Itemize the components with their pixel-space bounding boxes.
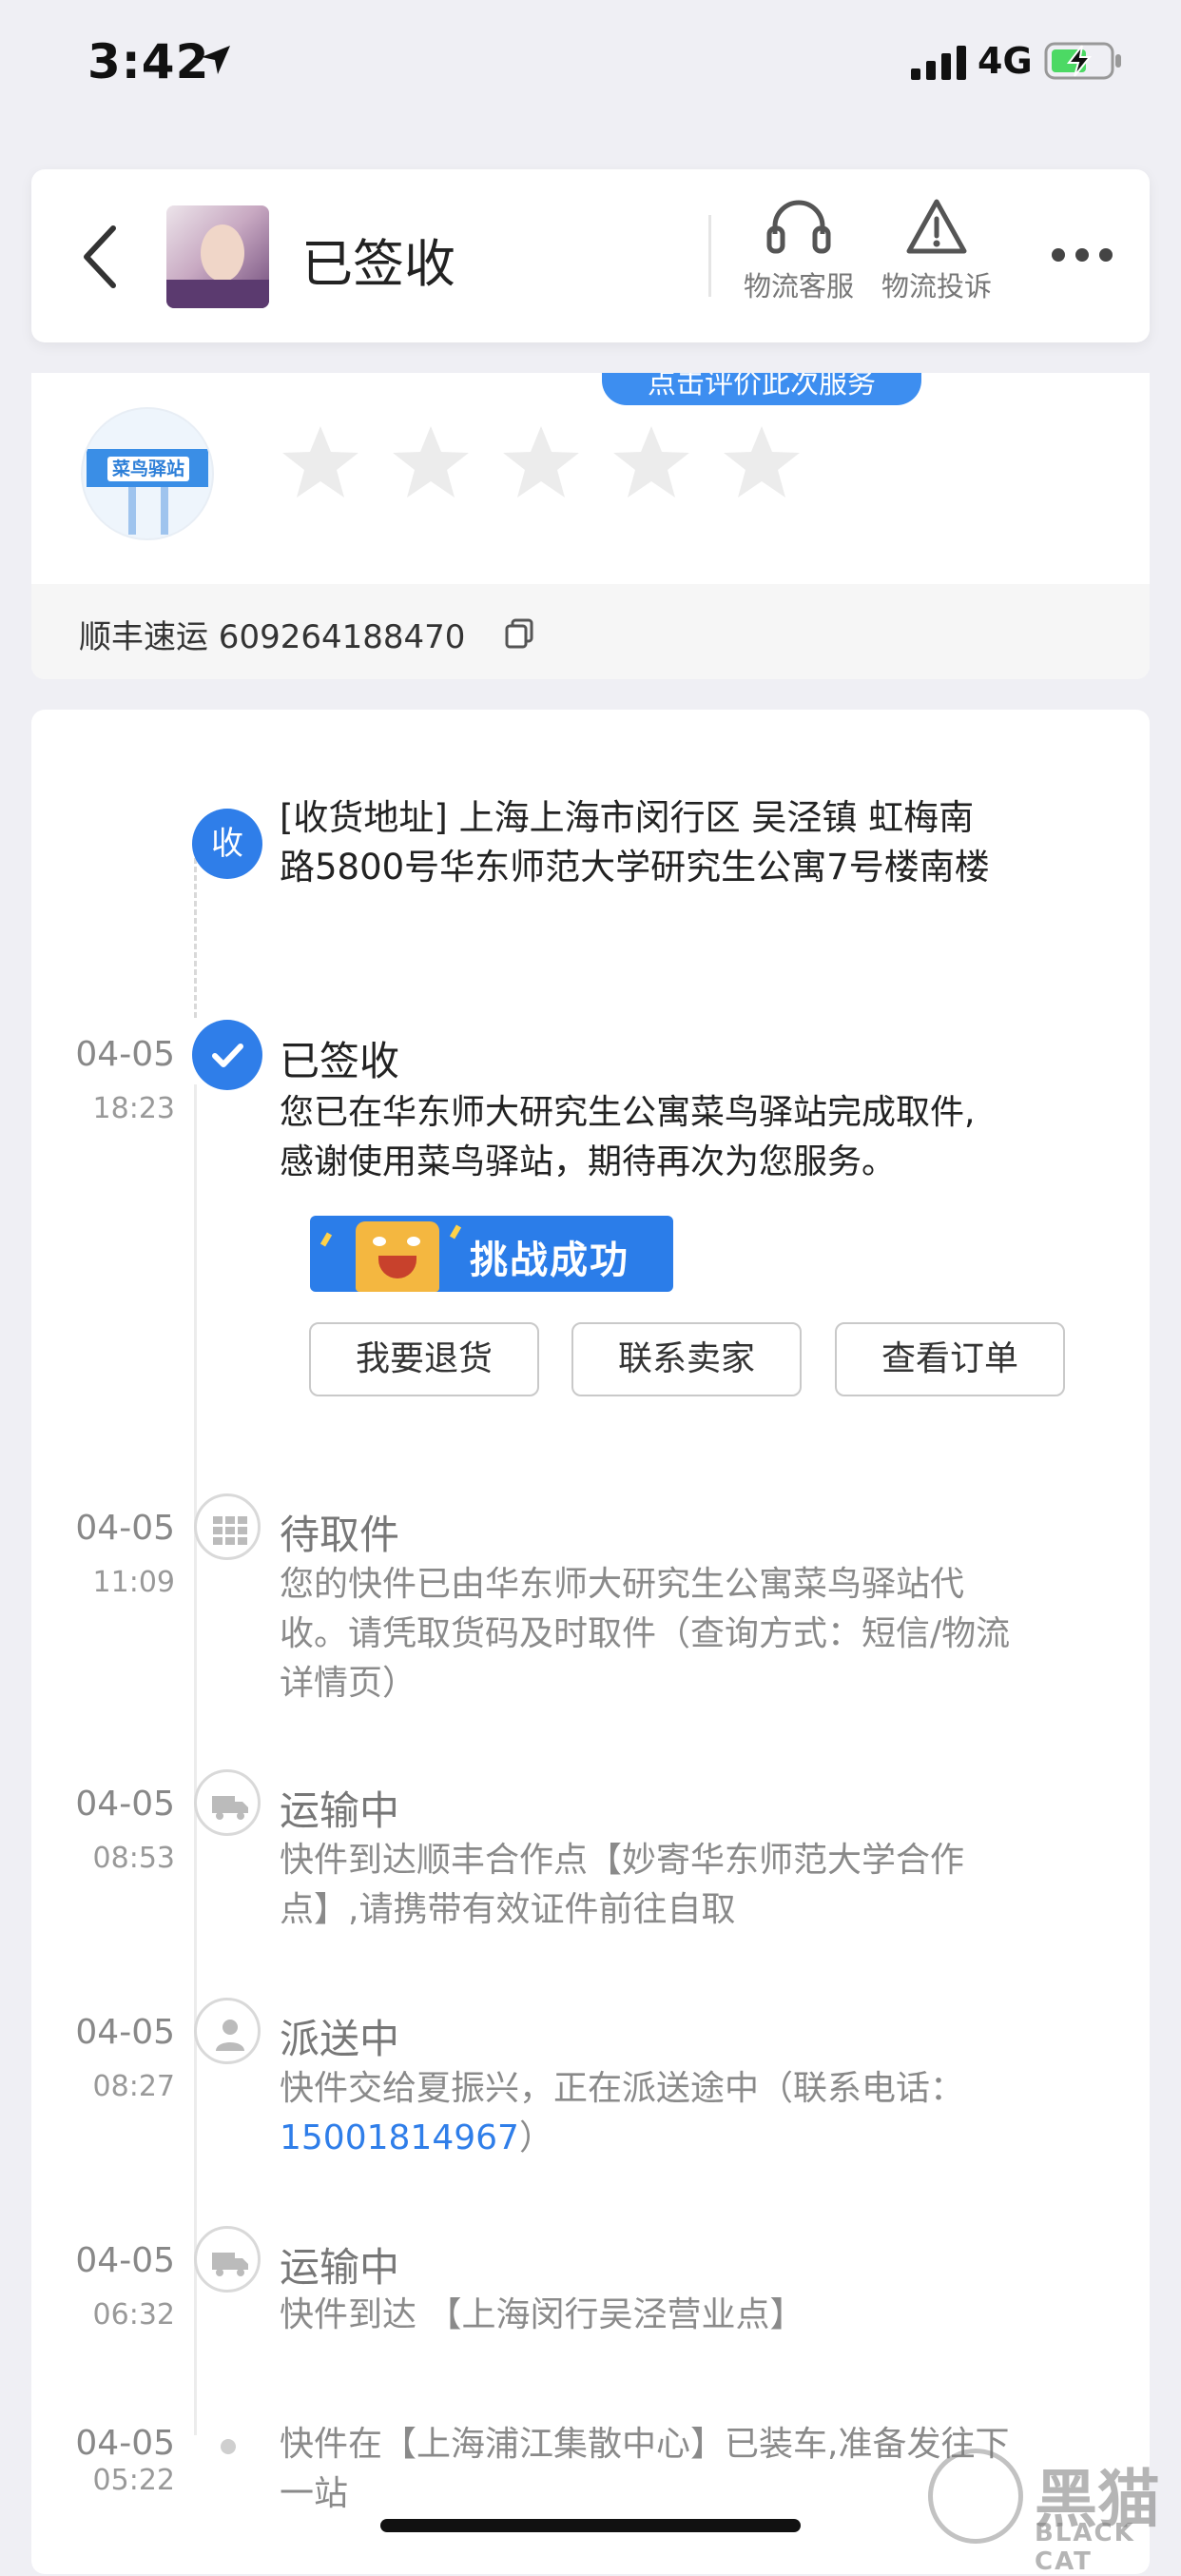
timeline-dot — [221, 2439, 236, 2454]
event-date: 04-05 — [75, 2241, 175, 2280]
station-sign-text: 菜鸟驿站 — [107, 457, 189, 481]
carrier-tracking-row: 顺丰速运 609264188470 — [31, 584, 1150, 679]
status-time: 3:42 — [87, 34, 210, 89]
truck-icon — [212, 1796, 248, 1820]
event-time: 06:32 — [92, 2298, 175, 2332]
network-type: 4G — [978, 40, 1033, 82]
logistics-complaint-button[interactable]: 物流投诉 — [870, 198, 1003, 312]
courier-node — [194, 1998, 261, 2064]
challenge-success-banner[interactable]: 挑战成功 — [310, 1216, 673, 1292]
location-arrow-icon — [202, 46, 230, 74]
rating-star-3[interactable] — [501, 424, 581, 500]
truck-icon — [212, 2253, 248, 2276]
event-date: 04-05 — [75, 2424, 175, 2463]
check-icon — [212, 1044, 243, 1067]
event-description: 您的快件已由华东师大研究生公寓菜鸟驿站代 收。请凭取货码及时取件（查询方式：短信… — [280, 1560, 1107, 1708]
watermark-en-text: BLACK CAT — [1035, 2519, 1135, 2576]
transit-node — [194, 2226, 261, 2293]
event-description-line: 快件到达 【上海闵行吴泾营业点】 — [280, 2295, 804, 2334]
warning-icon — [906, 199, 967, 254]
timeline-line — [194, 1084, 197, 2435]
home-indicator[interactable] — [380, 2519, 801, 2532]
black-cat-watermark: 黑猫 BLACK CAT — [922, 2443, 1181, 2576]
status-bar: 3:42 4G — [0, 0, 1181, 124]
logistics-service-button[interactable]: 物流客服 — [732, 198, 865, 312]
event-description: 您已在华东师大研究生公寓菜鸟驿站完成取件, 感谢使用菜鸟驿站，期待再次为您服务。 — [280, 1088, 1107, 1187]
event-date: 04-05 — [75, 2013, 175, 2052]
view-order-button[interactable]: 查看订单 — [835, 1322, 1065, 1396]
courier-person-icon — [216, 2020, 244, 2051]
back-chevron-icon[interactable] — [69, 219, 136, 295]
page-title: 已签收 — [301, 234, 455, 294]
event-description: 快件到达 【上海闵行吴泾营业点】 — [280, 2291, 1107, 2340]
cellular-signal-icon — [911, 46, 966, 80]
header-bar: 已签收 物流客服 物流投诉 — [31, 169, 1150, 342]
event-time: 08:27 — [92, 2070, 175, 2103]
logistics-service-label: 物流客服 — [743, 270, 854, 302]
event-time: 11:09 — [92, 1566, 175, 1599]
rating-star-2[interactable] — [391, 424, 471, 500]
address-node: 收 — [192, 809, 262, 879]
product-thumbnail[interactable] — [166, 205, 269, 308]
rate-service-tip[interactable]: 点击评价此次服务 — [602, 373, 921, 405]
phone-line: 15001814967） — [280, 2114, 1107, 2163]
carrier-tracking-number: 顺丰速运 609264188470 — [79, 618, 466, 656]
event-status: 已签收 — [280, 1038, 400, 1084]
copy-icon[interactable] — [503, 616, 537, 651]
battery-charging-icon — [1044, 42, 1121, 80]
more-options-icon[interactable] — [1049, 236, 1115, 274]
event-time: 08:53 — [92, 1842, 175, 1875]
address-line-1: [收货地址] 上海上海市闵行区 吴泾镇 虹梅南 — [280, 797, 975, 838]
cat-emblem-icon — [928, 2449, 1023, 2544]
delivery-address: [收货地址] 上海上海市闵行区 吴泾镇 虹梅南 路5800号华东师范大学研究生公… — [280, 793, 1107, 892]
signed-check-node — [192, 1020, 262, 1090]
event-description-line: 点】,请携带有效证件前往自取 — [280, 1890, 736, 1929]
event-time: 18:23 — [92, 1092, 175, 1125]
challenge-banner-text: 挑战成功 — [470, 1239, 629, 1282]
headset-icon — [766, 200, 831, 254]
rating-star-4[interactable] — [611, 424, 691, 500]
transit-node — [194, 1769, 261, 1836]
event-date: 04-05 — [75, 1035, 175, 1074]
contact-seller-button[interactable]: 联系卖家 — [571, 1322, 802, 1396]
event-status: 运输中 — [280, 2244, 400, 2291]
event-status: 运输中 — [280, 1787, 400, 1834]
cainiao-station-logo: 菜鸟驿站 — [81, 407, 214, 540]
logistics-complaint-label: 物流投诉 — [881, 270, 992, 302]
phone-suffix: ） — [518, 2118, 553, 2157]
event-description-line: 您的快件已由华东师大研究生公寓菜鸟驿站代 — [280, 1565, 965, 1604]
parcel-locker-icon — [213, 1516, 247, 1545]
event-description-line: 感谢使用菜鸟驿站，期待再次为您服务。 — [280, 1142, 897, 1181]
event-description: 快件交给夏振兴，正在派送途中（联系电话： 15001814967） — [280, 2064, 1107, 2163]
event-status: 待取件 — [280, 1512, 400, 1558]
event-description-line: 您已在华东师大研究生公寓菜鸟驿站完成取件, — [280, 1093, 976, 1132]
service-rating-card: 点击评价此次服务 菜鸟驿站 顺丰速运 609264188470 — [31, 373, 1150, 679]
header-divider — [708, 215, 711, 297]
event-description-line: 快件到达顺丰合作点【妙寄华东师范大学合作 — [280, 1841, 965, 1880]
rating-star-1[interactable] — [281, 424, 360, 500]
pickup-node — [194, 1493, 261, 1560]
event-description-line: 快件交给夏振兴，正在派送途中（联系电话： — [280, 2069, 965, 2108]
timeline-dashed-line — [194, 858, 197, 1018]
address-line-2: 路5800号华东师范大学研究生公寓7号楼南楼 — [280, 847, 990, 888]
event-status: 派送中 — [280, 2016, 400, 2062]
event-time: 05:22 — [92, 2464, 175, 2497]
event-description-line: 详情页） — [280, 1664, 417, 1703]
return-goods-button[interactable]: 我要退货 — [309, 1322, 539, 1396]
event-date: 04-05 — [75, 1785, 175, 1824]
courier-phone-link[interactable]: 15001814967 — [280, 2118, 519, 2157]
event-description: 快件到达顺丰合作点【妙寄华东师范大学合作 点】,请携带有效证件前往自取 — [280, 1836, 1107, 1935]
rating-star-5[interactable] — [722, 424, 802, 500]
event-description-line: 收。请凭取货码及时取件（查询方式：短信/物流 — [280, 1614, 1011, 1653]
event-date: 04-05 — [75, 1509, 175, 1548]
